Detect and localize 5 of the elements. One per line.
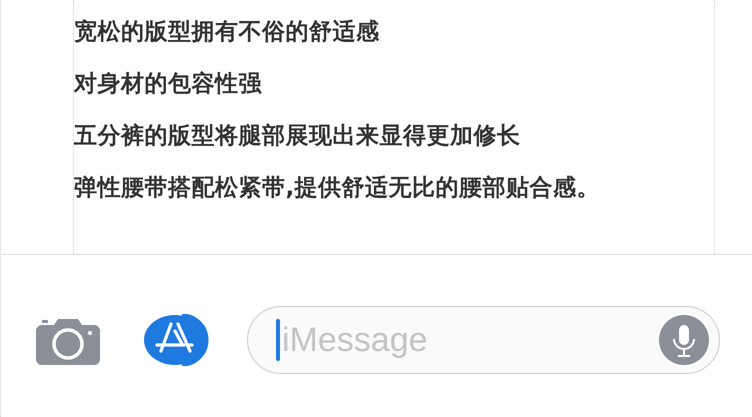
description-line: 弹性腰带搭配松紧带,提供舒适无比的腰部贴合感。: [74, 174, 602, 202]
description-line: 对身材的包容性强: [74, 70, 263, 98]
microphone-icon[interactable]: [659, 315, 709, 365]
description-line: 宽松的版型拥有不俗的舒适感: [74, 18, 380, 46]
description-line: 五分裤的版型将腿部展现出来显得更加修长: [74, 122, 522, 150]
